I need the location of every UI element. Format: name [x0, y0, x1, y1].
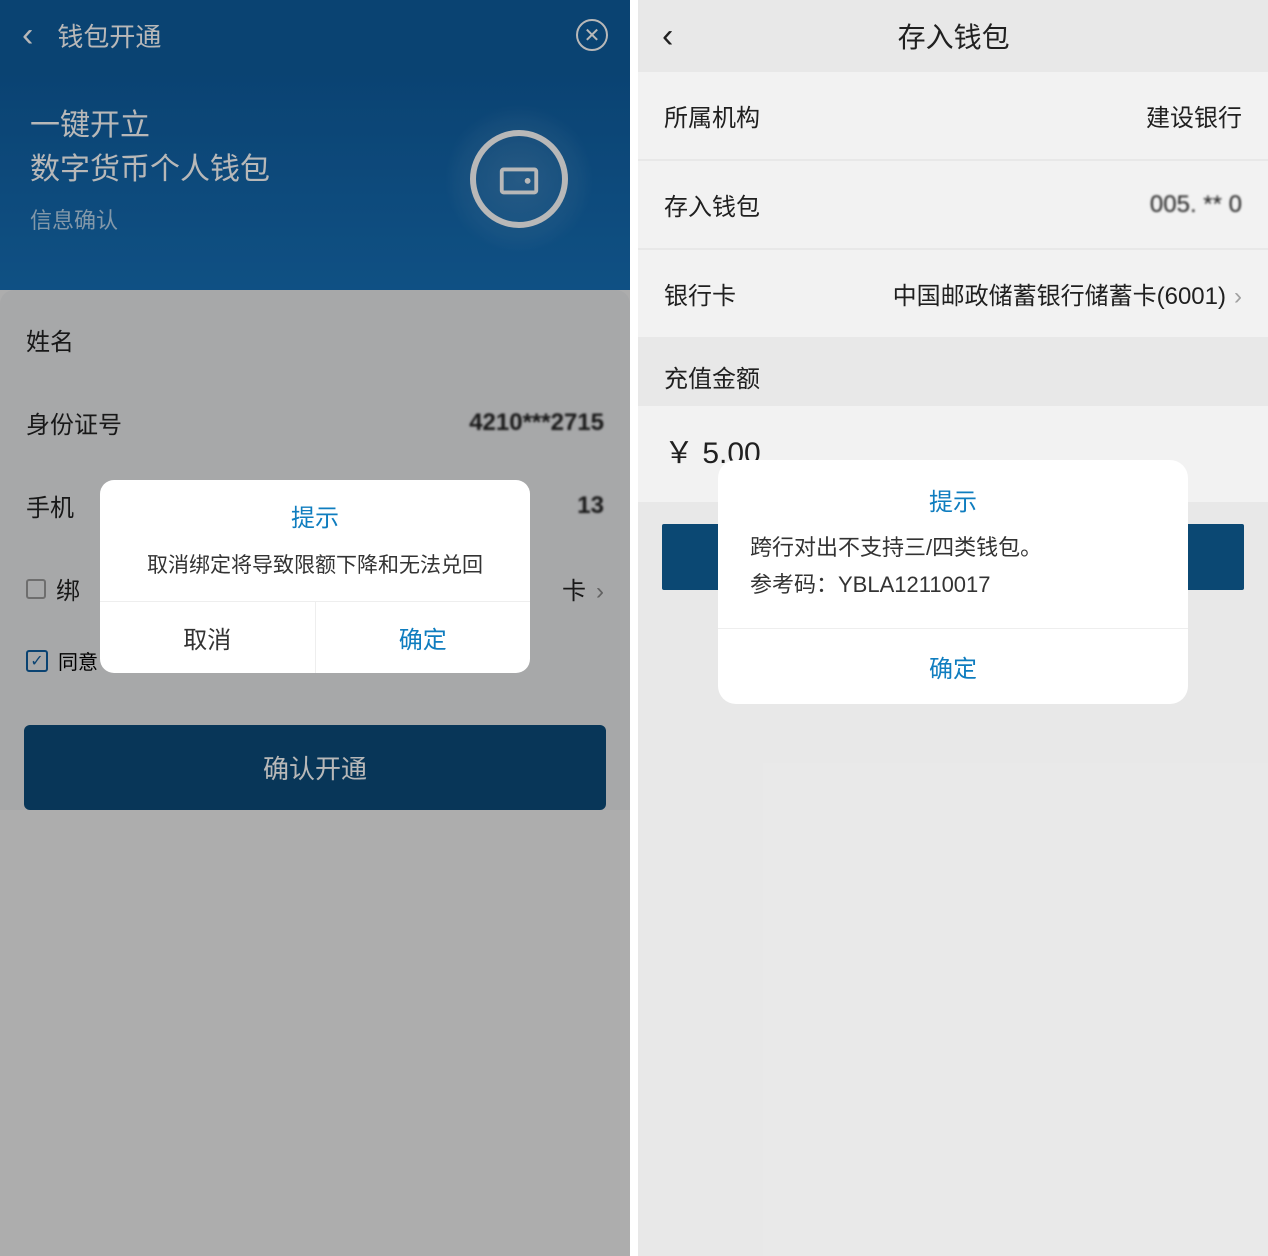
confirm-dialog: 提示 取消绑定将导致限额下降和无法兑回 取消 确定: [100, 480, 530, 673]
ok-button[interactable]: 确定: [316, 602, 531, 673]
dialog-line2: 参考码：YBLA12110017: [750, 566, 1156, 603]
modal-overlay: 提示 跨行对出不支持三/四类钱包。 参考码：YBLA12110017 确定: [638, 0, 1268, 1256]
screen-wallet-open: ‹ 钱包开通 ✕ 一键开立 数字货币个人钱包 信息确认 姓名 身份证号 4210…: [0, 0, 630, 1256]
cancel-button[interactable]: 取消: [100, 602, 316, 673]
dialog-title: 提示: [718, 460, 1188, 529]
dialog-line1: 跨行对出不支持三/四类钱包。: [750, 529, 1156, 566]
dialog-title: 提示: [100, 480, 530, 543]
dialog-body: 取消绑定将导致限额下降和无法兑回: [100, 543, 530, 601]
info-dialog: 提示 跨行对出不支持三/四类钱包。 参考码：YBLA12110017 确定: [718, 460, 1188, 704]
dialog-body: 跨行对出不支持三/四类钱包。 参考码：YBLA12110017: [718, 529, 1188, 628]
ok-button[interactable]: 确定: [718, 628, 1188, 704]
modal-overlay: 提示 取消绑定将导致限额下降和无法兑回 取消 确定: [0, 0, 630, 1256]
screen-deposit: ‹ 存入钱包 所属机构 建设银行 存入钱包 005. ** 0 银行卡 中国邮政…: [638, 0, 1268, 1256]
dialog-actions: 取消 确定: [100, 601, 530, 673]
